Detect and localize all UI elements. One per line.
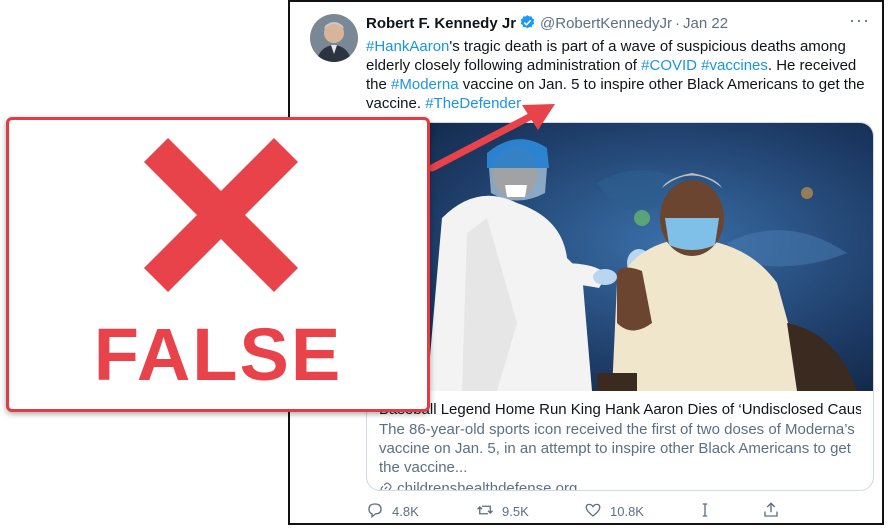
like-button[interactable]: 10.8K: [584, 501, 644, 522]
tweet-date[interactable]: Jan 22: [683, 15, 728, 32]
hashtag-hankaaron[interactable]: #HankAaron: [366, 38, 449, 55]
tweet-text: #HankAaron's tragic death is part of a w…: [366, 37, 871, 113]
link-preview-card[interactable]: Baseball Legend Home Run King Hank Aaron…: [366, 122, 874, 491]
action-bar: 4.8K 9.5K 10.8K: [366, 501, 806, 521]
analytics-icon: [696, 501, 714, 522]
hashtag-thedefender[interactable]: #TheDefender: [425, 95, 521, 112]
more-icon[interactable]: ···: [849, 10, 870, 31]
separator: ·: [675, 15, 680, 32]
verified-badge-icon: [519, 14, 536, 35]
link-icon: [379, 480, 393, 490]
reply-icon: [366, 501, 384, 522]
like-count: 10.8K: [610, 504, 644, 519]
analytics-button[interactable]: [696, 501, 714, 522]
share-button[interactable]: [762, 501, 780, 522]
card-link[interactable]: childrenshealthdefense.org: [379, 479, 861, 491]
retweet-button[interactable]: 9.5K: [476, 501, 529, 522]
false-verdict-box: FALSE: [6, 117, 430, 412]
retweet-icon: [476, 501, 494, 522]
card-description: The 86-year-old sports icon received the…: [379, 421, 855, 476]
hashtag-moderna[interactable]: #Moderna: [391, 76, 459, 93]
author-name[interactable]: Robert F. Kennedy Jr: [366, 15, 516, 32]
tweet-header: Robert F. Kennedy Jr @RobertKennedyJr · Jan…: [366, 14, 728, 35]
like-icon: [584, 501, 602, 522]
reply-count: 4.8K: [392, 504, 419, 519]
retweet-count: 9.5K: [502, 504, 529, 519]
hashtag-vaccines[interactable]: #vaccines: [701, 57, 768, 74]
author-avatar[interactable]: [310, 14, 358, 62]
author-handle[interactable]: @RobertKennedyJr: [540, 15, 672, 32]
card-title[interactable]: Baseball Legend Home Run King Hank Aaron…: [379, 400, 861, 419]
false-x-icon: [143, 137, 299, 293]
card-body: Baseball Legend Home Run King Hank Aaron…: [379, 400, 861, 491]
share-icon: [762, 501, 780, 522]
hashtag-covid[interactable]: #COVID: [641, 57, 697, 74]
reply-button[interactable]: 4.8K: [366, 501, 419, 522]
false-label: FALSE: [93, 313, 343, 396]
card-link-text: childrenshealthdefense.org: [397, 480, 578, 491]
card-image: [367, 123, 873, 391]
